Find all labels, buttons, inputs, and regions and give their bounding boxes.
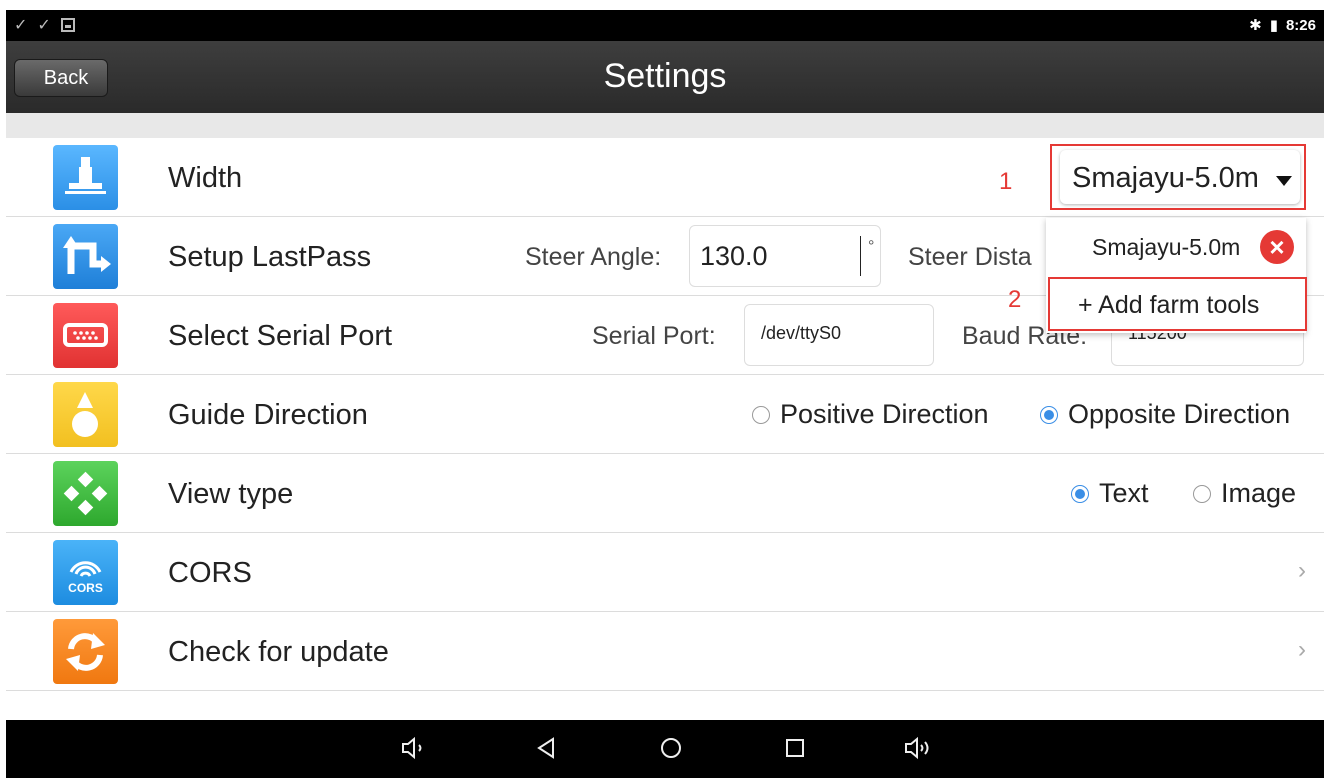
navigation-bar bbox=[6, 720, 1324, 778]
volume-up-icon[interactable] bbox=[901, 733, 935, 769]
row-label-cors: CORS bbox=[168, 557, 252, 589]
delete-icon[interactable]: × bbox=[1260, 230, 1294, 264]
back-nav-icon[interactable] bbox=[532, 733, 562, 769]
row-label-view: View type bbox=[168, 478, 294, 510]
annotation-marker-1: 1 bbox=[999, 168, 1013, 195]
width-dropdown[interactable]: Smajayu-5.0m bbox=[1050, 144, 1306, 210]
check-icon: ✓ bbox=[37, 17, 51, 34]
add-farm-tools-button[interactable]: + Add farm tools bbox=[1048, 277, 1307, 331]
screen: ✓ ✓ ✱ ▮ 8:26 Back Settings Width 1 Smaja… bbox=[0, 0, 1330, 778]
clock: 8:26 bbox=[1285, 16, 1316, 34]
dropdown-option-smajayu[interactable]: Smajayu-5.0m × bbox=[1046, 218, 1306, 274]
steer-distance-label: Steer Dista bbox=[908, 243, 1032, 271]
bluetooth-icon: ✱ bbox=[1249, 17, 1262, 34]
radio-image[interactable]: Image bbox=[1193, 478, 1296, 509]
chevron-right-icon: › bbox=[1298, 557, 1306, 584]
status-notifications: ✓ ✓ bbox=[14, 15, 75, 35]
row-label-serial: Select Serial Port bbox=[168, 320, 393, 352]
radio-off-icon bbox=[752, 405, 770, 424]
chevron-right-icon: › bbox=[1298, 636, 1306, 663]
radio-off-icon bbox=[1193, 484, 1211, 503]
row-label-update: Check for update bbox=[168, 636, 389, 668]
row-check-update[interactable]: Check for update › bbox=[6, 612, 1324, 691]
radio-text[interactable]: Text bbox=[1071, 478, 1149, 509]
lastpass-turn-icon bbox=[53, 224, 118, 289]
cors-icon-text: CORS bbox=[68, 581, 103, 595]
steer-angle-label: Steer Angle: bbox=[525, 243, 662, 271]
check-icon: ✓ bbox=[14, 17, 28, 34]
radio-positive-direction[interactable]: Positive Direction bbox=[752, 399, 989, 430]
guide-direction-icon bbox=[53, 382, 118, 447]
serial-port-icon bbox=[53, 303, 118, 368]
caret-down-icon bbox=[1276, 176, 1292, 186]
row-view-type: View type Text Image bbox=[6, 454, 1324, 533]
status-system: ✱ ▮ 8:26 bbox=[1249, 16, 1316, 35]
steer-angle-input[interactable]: 130.0 ° bbox=[689, 225, 881, 287]
radio-label: Positive Direction bbox=[780, 399, 989, 429]
home-icon[interactable] bbox=[656, 733, 686, 769]
dropdown-option-label: Smajayu-5.0m bbox=[1092, 234, 1241, 260]
recents-icon[interactable] bbox=[780, 733, 810, 769]
implement-width-icon bbox=[53, 145, 118, 210]
row-label-guide: Guide Direction bbox=[168, 399, 368, 431]
status-bar: ✓ ✓ ✱ ▮ 8:26 bbox=[6, 10, 1324, 41]
row-label-lastpass: Setup LastPass bbox=[168, 241, 372, 273]
radio-label: Text bbox=[1099, 478, 1149, 508]
view-type-icon bbox=[53, 461, 118, 526]
width-dropdown-value: Smajayu-5.0m bbox=[1072, 162, 1259, 194]
refresh-icon bbox=[53, 619, 118, 684]
cors-signal-icon: CORS bbox=[53, 540, 118, 605]
text-cursor bbox=[860, 236, 861, 276]
degree-unit: ° bbox=[868, 238, 875, 255]
radio-on-icon bbox=[1040, 405, 1058, 424]
serial-port-value: /dev/ttyS0 bbox=[761, 323, 842, 343]
image-icon bbox=[60, 18, 75, 32]
section-gap bbox=[6, 113, 1324, 138]
row-label-width: Width bbox=[168, 162, 243, 194]
annotation-marker-2: 2 bbox=[1008, 286, 1022, 313]
radio-on-icon bbox=[1071, 484, 1089, 503]
volume-down-icon[interactable] bbox=[398, 733, 428, 769]
row-guide-direction: Guide Direction Positive Direction Oppos… bbox=[6, 375, 1324, 454]
serial-port-label: Serial Port: bbox=[592, 322, 716, 350]
row-cors[interactable]: CORS CORS › bbox=[6, 533, 1324, 612]
page-title: Settings bbox=[603, 57, 727, 95]
battery-icon: ▮ bbox=[1269, 17, 1278, 34]
serial-port-input[interactable]: /dev/ttyS0 bbox=[744, 304, 934, 366]
row-width: Width 1 Smajayu-5.0m bbox=[6, 138, 1324, 217]
radio-label: Image bbox=[1221, 478, 1297, 508]
radio-opposite-direction[interactable]: Opposite Direction bbox=[1040, 399, 1290, 430]
title-bar: Back Settings bbox=[6, 41, 1324, 113]
steer-angle-value: 130.0 bbox=[700, 241, 768, 271]
radio-label: Opposite Direction bbox=[1068, 399, 1291, 429]
